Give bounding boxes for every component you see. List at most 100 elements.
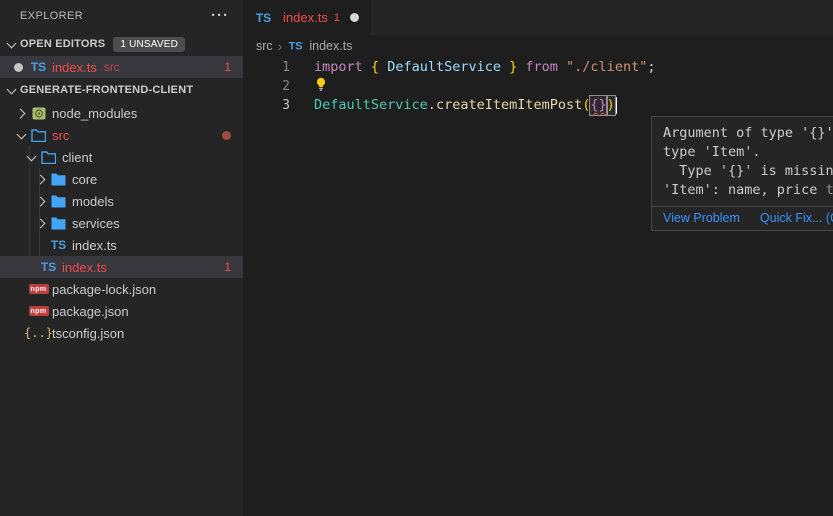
tree-item-models[interactable]: models bbox=[0, 190, 243, 212]
typescript-icon: TS bbox=[288, 39, 303, 53]
error-text: Type '{}' is missing the following prope… bbox=[663, 163, 833, 179]
tab-label: index.ts bbox=[283, 10, 328, 25]
chevron-down-icon[interactable] bbox=[24, 149, 40, 165]
tree-item-label: package-lock.json bbox=[52, 282, 156, 297]
chevron-spacer bbox=[14, 281, 30, 297]
open-editor-filename: index.ts bbox=[52, 60, 97, 75]
tree-item-label: src bbox=[52, 128, 69, 143]
tooltip-actions: View Problem Quick Fix... (Ctrl+.) bbox=[652, 206, 833, 230]
explorer-header: EXPLORER ··· bbox=[0, 0, 243, 32]
line-number: 3 bbox=[243, 96, 290, 115]
tree-item-label: tsconfig.json bbox=[52, 326, 124, 341]
tab-index-ts[interactable]: TS index.ts 1 bbox=[243, 0, 371, 35]
chevron-right-icon: › bbox=[278, 40, 283, 52]
code-token: from bbox=[525, 58, 558, 77]
lightbulb-icon[interactable] bbox=[314, 77, 328, 98]
quick-fix-link[interactable]: Quick Fix... (Ctrl+.) bbox=[760, 211, 833, 225]
line-content bbox=[290, 76, 328, 98]
line-number: 2 bbox=[243, 77, 290, 96]
code-line-1[interactable]: 1import { DefaultService } from "./clien… bbox=[243, 58, 833, 77]
folder-icon bbox=[50, 215, 67, 231]
error-message-line: 'Item': name, price ts(2345) bbox=[663, 181, 833, 200]
explorer-title: EXPLORER bbox=[20, 10, 83, 22]
chevron-right-icon[interactable] bbox=[34, 215, 50, 231]
tree-item-services[interactable]: services bbox=[0, 212, 243, 234]
modified-dot-icon bbox=[14, 63, 23, 72]
breadcrumb-file[interactable]: index.ts bbox=[309, 39, 352, 53]
error-text: Argument of type '{}' is not assignable … bbox=[663, 125, 833, 141]
chevron-right-icon[interactable] bbox=[34, 171, 50, 187]
code-token: . bbox=[428, 96, 436, 115]
code-token: ) bbox=[607, 96, 615, 115]
tab-bar: TS index.ts 1 bbox=[243, 0, 833, 35]
json-config-icon: {..} bbox=[30, 325, 47, 341]
error-text: 'Item': name, price bbox=[663, 182, 826, 198]
error-token: {} bbox=[590, 96, 606, 115]
tree-item-label: package.json bbox=[52, 304, 129, 319]
tree-item-client[interactable]: client bbox=[0, 146, 243, 168]
chevron-spacer bbox=[24, 259, 40, 275]
folder-icon bbox=[50, 193, 67, 209]
text-cursor bbox=[616, 97, 618, 114]
tree-item-package-json[interactable]: npm package.json bbox=[0, 300, 243, 322]
code-token: "./client" bbox=[566, 58, 647, 77]
code-token bbox=[363, 58, 371, 77]
more-actions-icon[interactable]: ··· bbox=[211, 11, 229, 21]
chevron-down-icon[interactable] bbox=[4, 82, 20, 98]
code-line-3[interactable]: 3DefaultService.createItemItemPost({}) bbox=[243, 96, 833, 115]
view-problem-link[interactable]: View Problem bbox=[663, 211, 740, 225]
folder-open-icon bbox=[30, 127, 47, 143]
open-editor-item-index-ts[interactable]: TS index.ts src 1 bbox=[0, 56, 243, 78]
workspace-section-header[interactable]: GENERATE-FRONTEND-CLIENT bbox=[0, 78, 243, 102]
chevron-right-icon[interactable] bbox=[34, 193, 50, 209]
typescript-icon: TS bbox=[40, 259, 57, 275]
problems-count-badge: 1 bbox=[224, 260, 231, 274]
tree-item-label: node_modules bbox=[52, 106, 137, 121]
tree-item-index-ts[interactable]: TSindex.ts bbox=[0, 234, 243, 256]
tree-item-label: models bbox=[72, 194, 114, 209]
npm-icon: npm bbox=[30, 303, 47, 319]
unsaved-dot-icon[interactable] bbox=[350, 13, 359, 22]
tree-item-label: services bbox=[72, 216, 120, 231]
tree-item-index-ts[interactable]: TS index.ts 1 bbox=[0, 256, 243, 278]
problems-count-badge: 1 bbox=[224, 60, 231, 74]
npm-icon: npm bbox=[30, 281, 47, 297]
chevron-spacer bbox=[34, 237, 50, 253]
chevron-down-icon[interactable] bbox=[14, 127, 30, 143]
tree-item-label: index.ts bbox=[62, 260, 107, 275]
error-message-line: Type '{}' is missing the following prope… bbox=[663, 162, 833, 181]
code-token: { bbox=[371, 58, 379, 77]
tree-item-label: index.ts bbox=[72, 238, 117, 253]
code-token: DefaultService bbox=[314, 96, 428, 115]
error-message-line: Argument of type '{}' is not assignable … bbox=[663, 124, 833, 143]
chevron-right-icon[interactable] bbox=[14, 105, 30, 121]
code-token: ( bbox=[582, 96, 590, 115]
code-token bbox=[558, 58, 566, 77]
open-editors-section-header[interactable]: OPEN EDITORS 1 UNSAVED bbox=[0, 32, 243, 56]
tree-item-core[interactable]: core bbox=[0, 168, 243, 190]
code-line-2[interactable]: 2 bbox=[243, 77, 833, 96]
breadcrumb-folder[interactable]: src bbox=[256, 39, 273, 53]
tree-item-label: core bbox=[72, 172, 97, 187]
unsaved-count-badge: 1 UNSAVED bbox=[113, 37, 185, 52]
code-token: ; bbox=[647, 58, 655, 77]
chevron-down-icon[interactable] bbox=[4, 36, 20, 52]
editor-area: TS index.ts 1 src › TS index.ts 1import … bbox=[243, 0, 833, 516]
line-content: import { DefaultService } from "./client… bbox=[290, 58, 655, 77]
folder-open-icon bbox=[40, 149, 57, 165]
tree-item-node-modules[interactable]: node_modules bbox=[0, 102, 243, 124]
code-token: DefaultService bbox=[379, 58, 509, 77]
code-token: } bbox=[509, 58, 517, 77]
typescript-icon: TS bbox=[255, 10, 272, 26]
folder-icon bbox=[50, 171, 67, 187]
error-message: Argument of type '{}' is not assignable … bbox=[652, 117, 833, 206]
tree-item-tsconfig-json[interactable]: {..} tsconfig.json bbox=[0, 322, 243, 344]
tree-item-src[interactable]: src bbox=[0, 124, 243, 146]
tree-item-package-lock-json[interactable]: npm package-lock.json bbox=[0, 278, 243, 300]
typescript-icon: TS bbox=[30, 59, 47, 75]
vscode-window: EXPLORER ··· OPEN EDITORS 1 UNSAVED TS i… bbox=[0, 0, 833, 516]
breadcrumb: src › TS index.ts bbox=[243, 35, 833, 57]
error-message-line: type 'Item'. bbox=[663, 143, 833, 162]
line-number: 1 bbox=[243, 58, 290, 77]
open-editors-label: OPEN EDITORS bbox=[20, 38, 105, 50]
